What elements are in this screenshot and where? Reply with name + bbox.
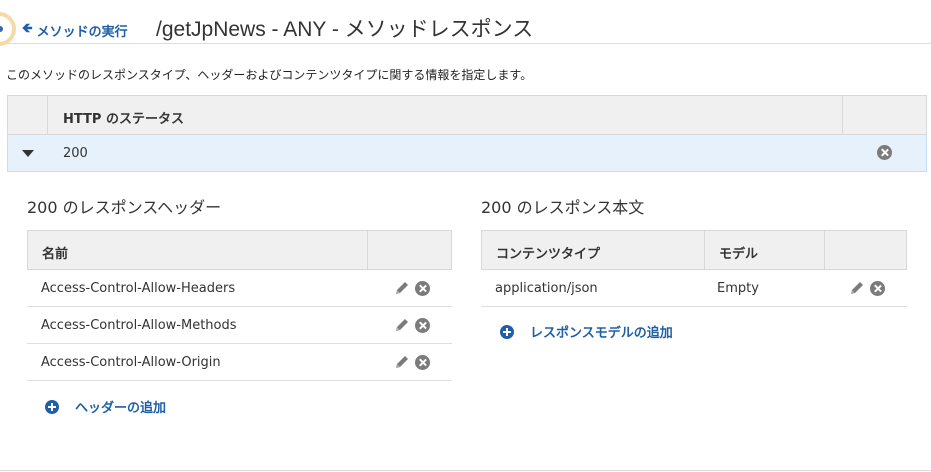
- status-row-200[interactable]: 200: [7, 135, 927, 172]
- back-link-label: メソッドの実行: [36, 24, 128, 40]
- body-actions-header: [824, 231, 906, 269]
- remove-header-icon[interactable]: [415, 354, 430, 370]
- add-response-model-link[interactable]: レスポンスモデルの追加: [500, 322, 673, 341]
- edit-pencil-icon[interactable]: [394, 317, 410, 333]
- status-code: 200: [63, 145, 88, 161]
- remove-status-icon[interactable]: [877, 145, 892, 160]
- status-column-header: HTTP のステータス: [63, 112, 184, 127]
- table-row: application/json Empty: [481, 270, 907, 307]
- edit-pencil-icon[interactable]: [394, 280, 410, 296]
- bottom-divider: [0, 470, 931, 471]
- caret-down-icon: [22, 149, 34, 157]
- edit-pencil-icon[interactable]: [849, 280, 865, 296]
- add-header-label: ヘッダーの追加: [75, 401, 167, 416]
- response-headers-title: 200 のレスポンスヘッダー: [27, 198, 222, 217]
- status-header-actions: [842, 96, 926, 134]
- table-row: Access-Control-Allow-Origin: [27, 344, 452, 381]
- header-name: Access-Control-Allow-Methods: [41, 317, 237, 333]
- name-column-header: 名前: [42, 247, 69, 262]
- remove-header-icon[interactable]: [415, 280, 430, 296]
- header-name: Access-Control-Allow-Headers: [41, 280, 236, 296]
- header-name: Access-Control-Allow-Origin: [41, 354, 221, 370]
- edit-pencil-icon[interactable]: [394, 354, 410, 370]
- add-plus-icon: [45, 399, 59, 414]
- add-response-model-label: レスポンスモデルの追加: [530, 326, 673, 341]
- remove-model-icon[interactable]: [870, 280, 885, 296]
- status-header-spacer: [8, 96, 48, 134]
- page-title: /getJpNews - ANY - メソッドレスポンス: [156, 18, 534, 41]
- add-plus-icon: [500, 324, 514, 339]
- body-table-header: コンテンツタイプ モデル: [481, 230, 907, 270]
- status-table-header: HTTP のステータス: [7, 95, 927, 135]
- back-arrow-icon: 🡸: [22, 21, 33, 36]
- content-type-column-header: コンテンツタイプ: [496, 247, 601, 262]
- model-value: Empty: [717, 280, 759, 296]
- table-row: Access-Control-Allow-Headers: [27, 270, 452, 307]
- headers-table-header: 名前: [27, 230, 452, 270]
- content-type-value: application/json: [495, 280, 598, 296]
- response-body-title: 200 のレスポンス本文: [481, 198, 645, 217]
- page-description: このメソッドのレスポンスタイプ、ヘッダーおよびコンテンツタイプに関する情報を指定…: [6, 68, 533, 82]
- response-body-table: コンテンツタイプ モデル application/json Empty: [481, 230, 907, 307]
- headers-actions-header: [367, 231, 451, 269]
- model-column-header: モデル: [704, 231, 824, 269]
- response-headers-table: 名前 Access-Control-Allow-Headers Access-C…: [27, 230, 452, 381]
- expand-toggle[interactable]: [8, 149, 48, 157]
- back-to-method-execution-link[interactable]: 🡸 メソッドの実行: [22, 19, 128, 41]
- page-header: 🡸 メソッドの実行 /getJpNews - ANY - メソッドレスポンス: [0, 0, 931, 44]
- remove-header-icon[interactable]: [415, 317, 430, 333]
- add-header-link[interactable]: ヘッダーの追加: [45, 397, 166, 416]
- table-row: Access-Control-Allow-Methods: [27, 307, 452, 344]
- http-status-table: HTTP のステータス 200: [7, 95, 927, 172]
